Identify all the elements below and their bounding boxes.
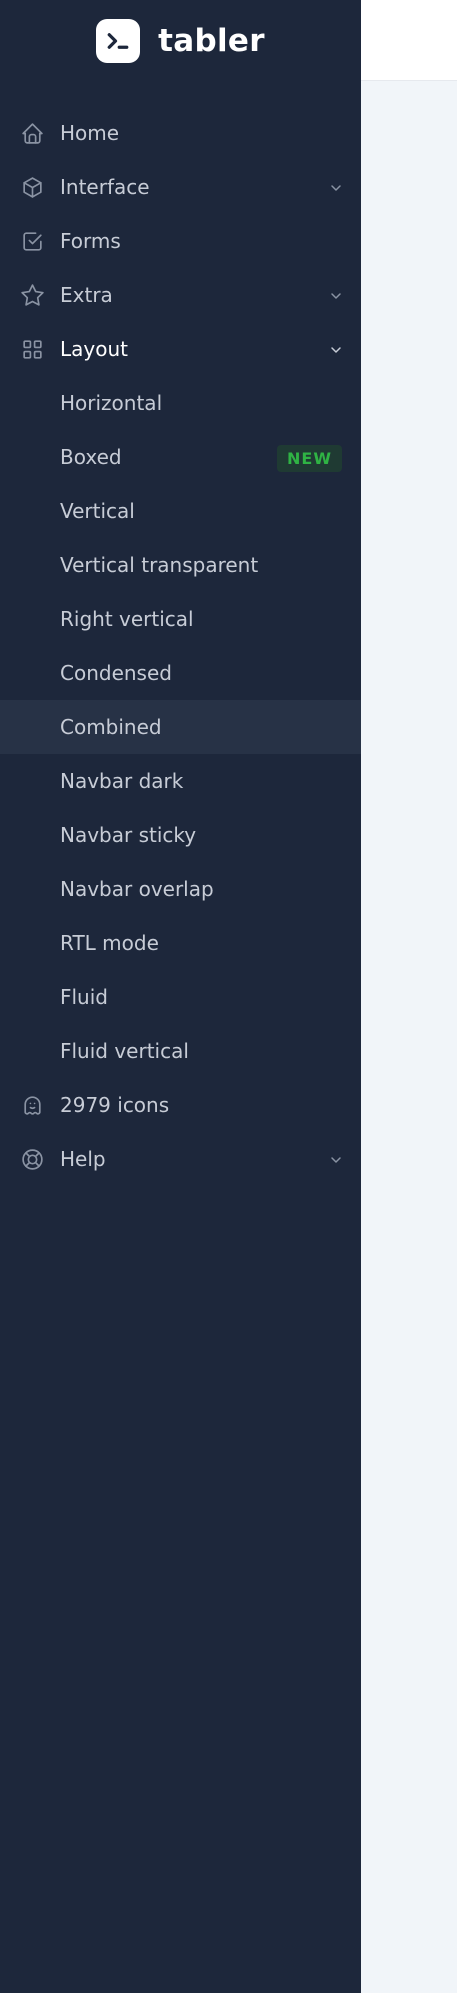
sidebar-subitem-vertical-transparent[interactable]: Vertical transparent bbox=[0, 538, 361, 592]
sidebar-item-home[interactable]: Home bbox=[0, 106, 361, 160]
sidebar-subitem-navbar-sticky[interactable]: Navbar sticky bbox=[0, 808, 361, 862]
package-icon bbox=[20, 175, 45, 200]
sidebar-item-label: Home bbox=[60, 121, 120, 145]
main-content bbox=[361, 81, 457, 1993]
sidebar-subitem-label: Condensed bbox=[60, 661, 172, 685]
brand[interactable]: tabler bbox=[0, 0, 361, 81]
sidebar-subitem-label: Fluid vertical bbox=[60, 1039, 189, 1063]
sidebar: tabler Home Interface Forms Extra Layout… bbox=[0, 0, 361, 1993]
top-navbar bbox=[361, 0, 457, 81]
sidebar-item-extra[interactable]: Extra bbox=[0, 268, 361, 322]
sidebar-subitem-navbar-dark[interactable]: Navbar dark bbox=[0, 754, 361, 808]
sidebar-item-label: Forms bbox=[60, 229, 121, 253]
home-icon bbox=[20, 121, 45, 146]
sidebar-subitem-horizontal[interactable]: Horizontal bbox=[0, 376, 361, 430]
sidebar-item-icons[interactable]: 2979 icons bbox=[0, 1078, 361, 1132]
sidebar-subitem-navbar-overlap[interactable]: Navbar overlap bbox=[0, 862, 361, 916]
sidebar-subitem-vertical[interactable]: Vertical bbox=[0, 484, 361, 538]
sidebar-nav: Home Interface Forms Extra Layout Horizo… bbox=[0, 106, 361, 1186]
sidebar-subitem-label: Combined bbox=[60, 715, 162, 739]
sidebar-item-label: Help bbox=[60, 1147, 106, 1171]
new-badge: NEW bbox=[277, 445, 342, 472]
sidebar-subitem-combined[interactable]: Combined bbox=[0, 700, 361, 754]
chevron-down-icon bbox=[331, 185, 341, 191]
sidebar-subitem-right-vertical[interactable]: Right vertical bbox=[0, 592, 361, 646]
sidebar-item-label: Interface bbox=[60, 175, 150, 199]
sidebar-item-interface[interactable]: Interface bbox=[0, 160, 361, 214]
sidebar-subitem-label: Navbar sticky bbox=[60, 823, 197, 847]
sidebar-subitem-label: Horizontal bbox=[60, 391, 163, 415]
sidebar-item-forms[interactable]: Forms bbox=[0, 214, 361, 268]
sidebar-subitem-boxed[interactable]: Boxed NEW bbox=[0, 430, 361, 484]
lifebuoy-icon bbox=[20, 1147, 45, 1172]
sidebar-item-help[interactable]: Help bbox=[0, 1132, 361, 1186]
sidebar-subitem-label: Vertical bbox=[60, 499, 135, 523]
sidebar-item-label: Extra bbox=[60, 283, 113, 307]
sidebar-subitem-label: Navbar overlap bbox=[60, 877, 214, 901]
checkbox-icon bbox=[20, 229, 45, 254]
sidebar-subitem-fluid[interactable]: Fluid bbox=[0, 970, 361, 1024]
chevron-down-icon bbox=[331, 1157, 341, 1163]
sidebar-subitem-condensed[interactable]: Condensed bbox=[0, 646, 361, 700]
sidebar-item-label: 2979 icons bbox=[60, 1093, 170, 1117]
sidebar-subitem-label: RTL mode bbox=[60, 931, 159, 955]
brand-name: tabler bbox=[158, 22, 265, 59]
sidebar-subitem-label: Fluid bbox=[60, 985, 108, 1009]
ghost-icon bbox=[20, 1093, 45, 1118]
star-icon bbox=[20, 283, 45, 308]
sidebar-item-label: Layout bbox=[60, 337, 128, 361]
sidebar-subitem-rtl-mode[interactable]: RTL mode bbox=[0, 916, 361, 970]
terminal-logo-icon bbox=[96, 18, 141, 63]
sidebar-subitem-label: Vertical transparent bbox=[60, 553, 259, 577]
sidebar-subitem-label: Boxed bbox=[60, 445, 122, 469]
chevron-down-icon bbox=[331, 293, 341, 299]
sidebar-subitem-label: Right vertical bbox=[60, 607, 194, 631]
sidebar-item-layout[interactable]: Layout bbox=[0, 322, 361, 376]
sidebar-subitem-fluid-vertical[interactable]: Fluid vertical bbox=[0, 1024, 361, 1078]
sidebar-subitem-label: Navbar dark bbox=[60, 769, 184, 793]
chevron-down-icon bbox=[331, 347, 341, 353]
layout-grid-icon bbox=[20, 337, 45, 362]
